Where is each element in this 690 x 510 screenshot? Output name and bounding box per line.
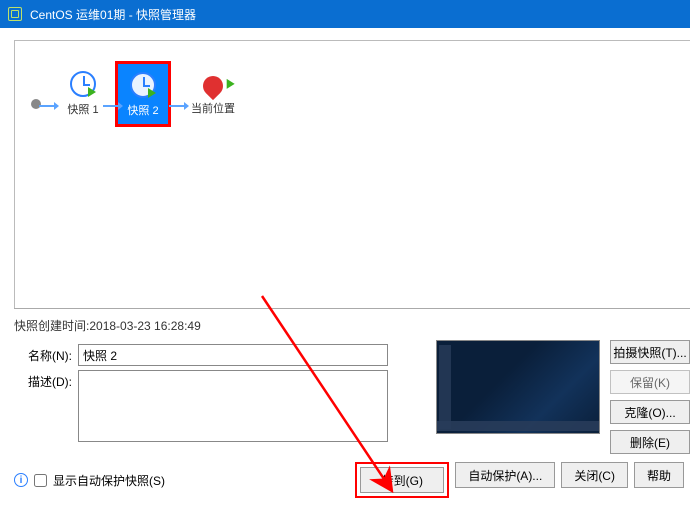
- app-logo-icon: [8, 7, 22, 21]
- window-title: CentOS 运维01期 - 快照管理器: [30, 6, 196, 23]
- clock-icon: [130, 72, 156, 98]
- keep-button[interactable]: 保留(K): [610, 370, 690, 394]
- help-button[interactable]: 帮助: [634, 462, 684, 488]
- current-position-node[interactable]: 当前位置: [185, 72, 241, 116]
- created-time-line: 快照创建时间:2018-03-23 16:28:49: [14, 317, 690, 334]
- snapshot-node-2-selected[interactable]: 快照 2: [115, 61, 171, 127]
- created-value: 2018-03-23 16:28:49: [89, 319, 200, 333]
- show-auto-snapshots-checkbox[interactable]: [34, 474, 47, 487]
- location-pin-icon: [199, 72, 227, 100]
- snapshot-1-label: 快照 1: [67, 101, 98, 117]
- arrow-icon: [103, 105, 121, 107]
- clock-icon: [70, 71, 96, 97]
- name-label: 名称(N):: [14, 344, 72, 364]
- description-textarea[interactable]: [78, 370, 388, 442]
- arrow-icon: [39, 105, 57, 107]
- goto-highlight-icon: 转到(G): [355, 462, 449, 498]
- titlebar: CentOS 运维01期 - 快照管理器: [0, 0, 690, 28]
- root-node-icon[interactable]: [31, 99, 41, 109]
- snapshot-tree-pane: 快照 1 快照 2 当前位置: [14, 40, 690, 308]
- goto-button[interactable]: 转到(G): [360, 467, 444, 493]
- arrow-icon: [169, 105, 187, 107]
- created-label: 快照创建时间:: [14, 319, 89, 333]
- detail-pane: 快照创建时间:2018-03-23 16:28:49 名称(N): 描述(D):…: [14, 308, 690, 498]
- clone-button[interactable]: 克隆(O)...: [610, 400, 690, 424]
- close-button[interactable]: 关闭(C): [561, 462, 628, 488]
- show-auto-snapshots-label: 显示自动保护快照(S): [53, 472, 165, 489]
- snapshot-2-label: 快照 2: [127, 102, 158, 118]
- screenshot-thumbnail: [436, 340, 600, 434]
- take-snapshot-button[interactable]: 拍摄快照(T)...: [610, 340, 690, 364]
- auto-protect-button[interactable]: 自动保护(A)...: [455, 462, 555, 488]
- delete-button[interactable]: 删除(E): [610, 430, 690, 454]
- name-input[interactable]: [78, 344, 388, 366]
- snapshot-node-1[interactable]: 快照 1: [55, 71, 111, 117]
- current-position-label: 当前位置: [191, 100, 235, 116]
- description-label: 描述(D):: [14, 370, 72, 390]
- info-icon: i: [14, 473, 28, 487]
